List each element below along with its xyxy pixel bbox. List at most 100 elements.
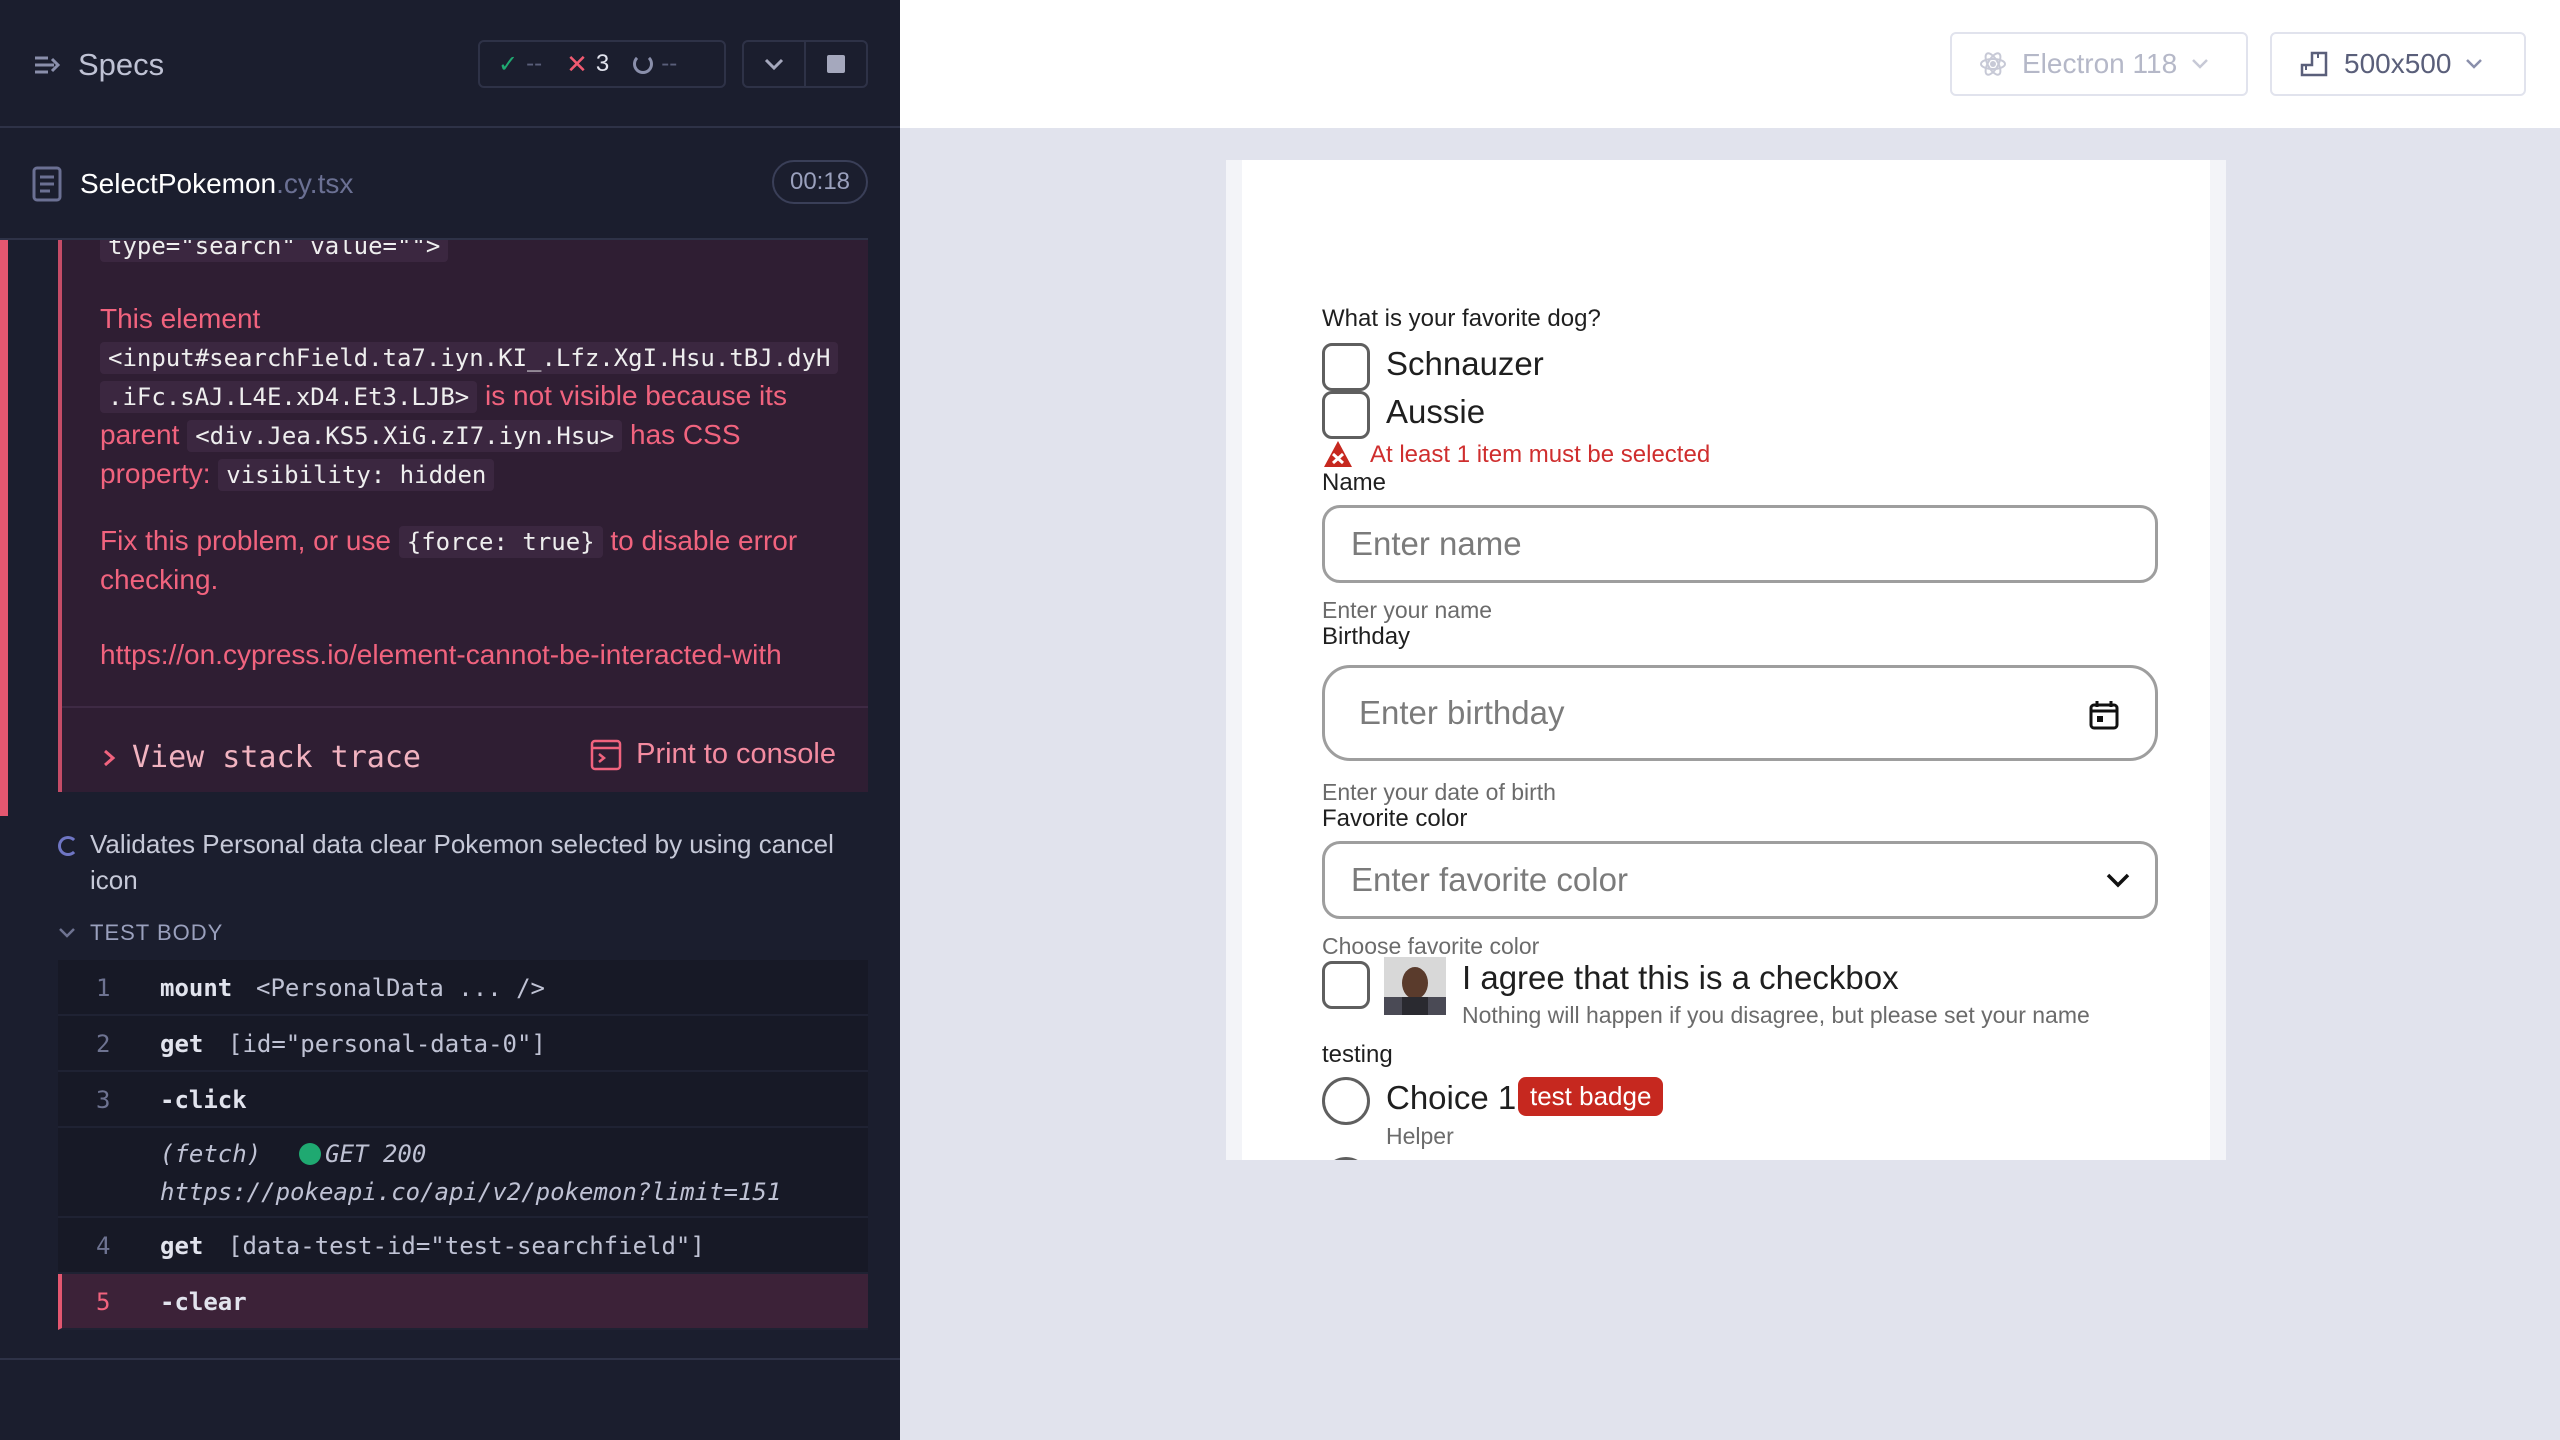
- color-select[interactable]: Enter favorite color: [1322, 841, 2158, 919]
- error-text: property:: [100, 458, 211, 489]
- spec-file-row[interactable]: SelectPokemon.cy.tsx 00:18: [0, 150, 900, 238]
- test-body-header[interactable]: TEST BODY: [58, 920, 223, 946]
- print-to-console-button[interactable]: Print to console: [590, 738, 836, 771]
- browser-label: Electron 118: [2022, 48, 2178, 79]
- error-text: parent: [100, 419, 180, 450]
- command-row[interactable]: 3 -click: [58, 1072, 868, 1128]
- test-title[interactable]: Validates Personal data clear Pokemon se…: [58, 826, 858, 898]
- check-icon: ✓: [498, 50, 519, 78]
- choice1-label: Choice 1: [1386, 1079, 1517, 1116]
- stop-button[interactable]: [804, 40, 868, 88]
- birthday-input[interactable]: Enter birthday: [1322, 665, 2158, 761]
- code-chip: {force: true}: [398, 526, 603, 558]
- command-row[interactable]: 4 get [data-test-id="test-searchfield"]: [58, 1218, 868, 1274]
- aut-header: Electron 118 500x500: [900, 0, 2560, 128]
- command-log: 1 mount <PersonalData ... /> 2 get [id="…: [58, 960, 868, 1330]
- color-placeholder: Enter favorite color: [1351, 861, 1628, 898]
- spec-extension: .cy.tsx: [276, 168, 354, 199]
- fetch-row[interactable]: (fetch) GET 200 https://pokeapi.co/api/v2…: [58, 1128, 868, 1218]
- stat-failed: ✕ 3: [566, 49, 609, 80]
- fetch-summary: (fetch) GET 200: [160, 1140, 426, 1168]
- color-helper: Choose favorite color: [1322, 933, 1540, 959]
- schnauzer-label: Schnauzer: [1386, 345, 1544, 382]
- specs-title[interactable]: Specs: [78, 47, 164, 83]
- viewport-label: 500x500: [2344, 48, 2452, 79]
- error-message: This element <input#searchField.ta7.iyn.…: [100, 300, 860, 494]
- print-console-label: Print to console: [636, 738, 836, 770]
- calendar-icon[interactable]: [2089, 700, 2119, 730]
- chevron-down-icon: [2192, 59, 2209, 69]
- chevron-down-icon: [59, 928, 75, 938]
- birthday-placeholder: Enter birthday: [1359, 694, 1565, 731]
- failure-indicator: [0, 240, 8, 816]
- stat-pending: --: [633, 50, 677, 78]
- test-stats: ✓ -- ✕ 3 --: [478, 40, 726, 88]
- command-number: 4: [96, 1232, 111, 1260]
- fetch-status: GET 200: [325, 1140, 427, 1168]
- command-row[interactable]: 2 get [id="personal-data-0"]: [58, 1016, 868, 1072]
- chevron-down-icon: [2106, 873, 2130, 888]
- stack-trace-label: View stack trace: [132, 740, 421, 775]
- docs-link[interactable]: https://on.cypress.io/element-cannot-be-…: [100, 636, 868, 674]
- command-name: get: [160, 1232, 204, 1260]
- ruler-icon: [2300, 51, 2328, 77]
- test-body-label: TEST BODY: [90, 920, 224, 945]
- error-text: checking.: [100, 564, 219, 595]
- command-row[interactable]: 1 mount <PersonalData ... />: [58, 960, 868, 1016]
- code-chip: <div.Jea.KS5.XiG.zI7.iyn.Hsu>: [187, 420, 623, 452]
- test-title-text: Validates Personal data clear Pokemon se…: [90, 829, 834, 895]
- agree-checkbox[interactable]: [1322, 961, 1370, 1009]
- error-text: Fix this problem, or use: [100, 525, 391, 556]
- agree-label: I agree that this is a checkbox: [1462, 959, 1899, 996]
- aussie-label: Aussie: [1386, 393, 1486, 430]
- fetch-label: (fetch): [160, 1140, 262, 1168]
- name-input[interactable]: Enter name: [1322, 505, 2158, 583]
- x-icon: ✕: [566, 48, 588, 79]
- reporter-panel: Specs ✓ -- ✕ 3 -- SelectPokemon.cy.tsx 0…: [0, 0, 900, 1440]
- command-name: -click: [160, 1086, 247, 1114]
- choice1-helper: Helper: [1386, 1123, 1454, 1149]
- stat-passed: ✓ --: [498, 50, 542, 79]
- viewport-select[interactable]: 500x500: [2270, 32, 2526, 96]
- electron-icon: [1980, 52, 2006, 76]
- choice2-radio[interactable]: [1322, 1157, 1370, 1160]
- aussie-checkbox[interactable]: [1322, 391, 1370, 439]
- collapse-button[interactable]: [742, 40, 806, 88]
- browser-select[interactable]: Electron 118: [1950, 32, 2248, 96]
- view-stack-trace-button[interactable]: View stack trace: [102, 740, 421, 775]
- specs-header: Specs ✓ -- ✕ 3 --: [0, 0, 900, 128]
- error-panel: type="search" value=""> This element <in…: [58, 240, 868, 792]
- schnauzer-checkbox[interactable]: [1322, 343, 1370, 391]
- radio-group-label: testing: [1322, 1041, 1393, 1068]
- command-number: 3: [96, 1086, 111, 1114]
- choice1-radio[interactable]: [1322, 1077, 1370, 1125]
- spec-file-name: SelectPokemon.cy.tsx: [80, 168, 353, 200]
- code-chip: type="search" value="">: [100, 240, 449, 262]
- spec-duration: 00:18: [772, 160, 868, 204]
- menu-arrow-icon[interactable]: [32, 50, 62, 80]
- command-row-failed[interactable]: 5 -clear: [58, 1274, 868, 1330]
- avatar: [1384, 957, 1446, 1015]
- birthday-helper: Enter your date of birth: [1322, 779, 1556, 805]
- divider: [0, 1358, 900, 1360]
- command-name: -clear: [160, 1288, 247, 1316]
- code-chip: visibility: hidden: [218, 459, 495, 491]
- chevron-down-icon: [764, 58, 784, 71]
- color-label: Favorite color: [1322, 805, 1468, 832]
- command-message: [id="personal-data-0"]: [228, 1030, 546, 1058]
- failed-count: 3: [595, 50, 610, 77]
- app-under-test-frame: What is your favorite dog? Schnauzer Aus…: [1226, 160, 2226, 1160]
- document-icon: [32, 166, 62, 202]
- error-text: is not visible because its: [485, 380, 787, 411]
- success-dot-icon: [299, 1143, 322, 1165]
- test-badge: test badge: [1518, 1077, 1664, 1116]
- command-name: get: [160, 1030, 204, 1058]
- error-hint: Fix this problem, or use {force: true} t…: [100, 522, 860, 599]
- dog-error-message: At least 1 item must be selected: [1370, 441, 1711, 468]
- code-chip: .iFc.sAJ.L4E.xD4.Et3.LJB>: [100, 381, 478, 413]
- dog-question-label: What is your favorite dog?: [1322, 305, 1601, 332]
- command-message: [data-test-id="test-searchfield"]: [228, 1232, 705, 1260]
- pending-count: --: [661, 50, 678, 77]
- name-placeholder: Enter name: [1351, 525, 1522, 562]
- error-text: has CSS: [630, 419, 741, 450]
